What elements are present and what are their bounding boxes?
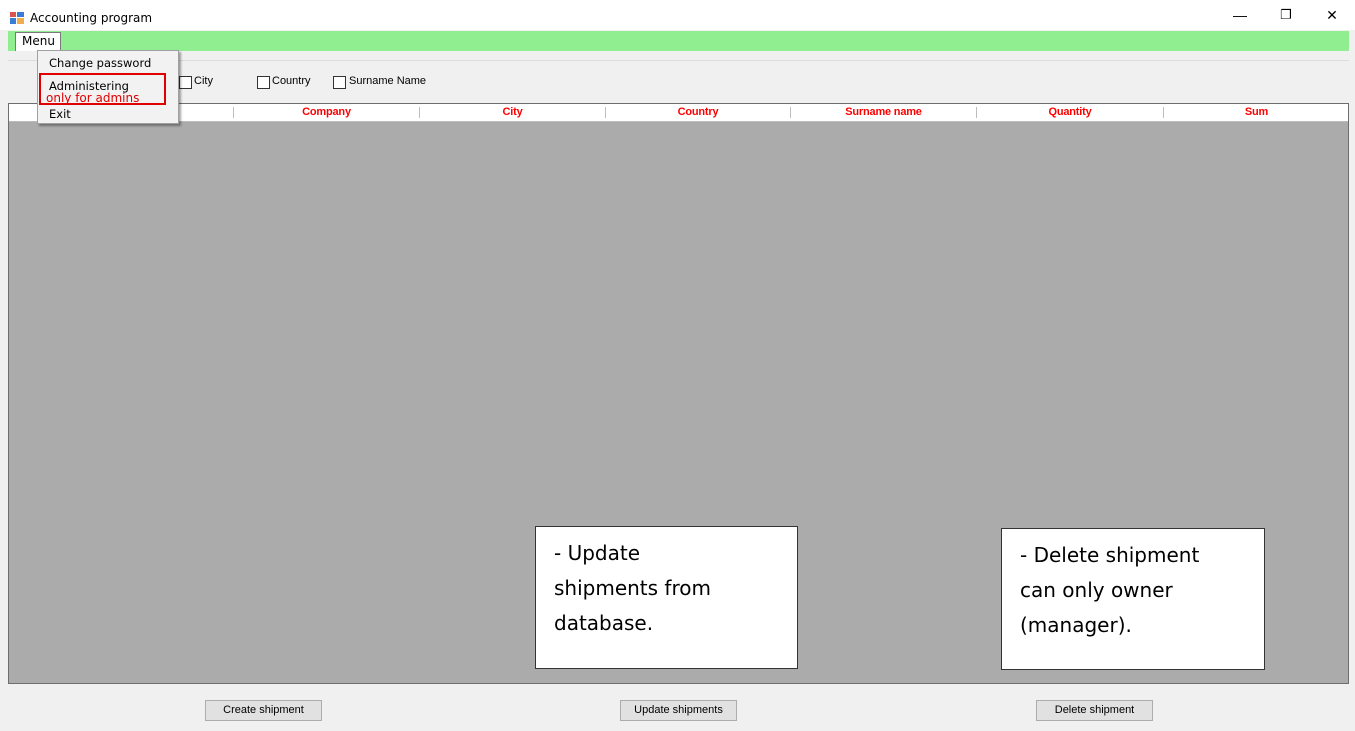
update-shipments-button[interactable]: Update shipments — [620, 700, 737, 721]
delete-note-line: (manager). — [1020, 613, 1132, 637]
restore-button[interactable]: ❐ — [1263, 0, 1309, 30]
delete-note: - Delete shipment can only owner (manage… — [1001, 528, 1265, 670]
city-checkbox[interactable] — [179, 76, 192, 89]
surname-name-checkbox[interactable] — [333, 76, 346, 89]
update-note: - Update shipments from database. — [535, 526, 798, 669]
menu-bar: Menu — [8, 31, 1349, 51]
delete-note-line: can only owner — [1020, 578, 1173, 602]
column-header-company[interactable]: Company — [234, 104, 419, 121]
surname-name-checkbox-label: Surname Name — [349, 75, 427, 87]
title-bar: Accounting program — ❐ ✕ — [0, 0, 1355, 30]
country-checkbox[interactable] — [257, 76, 270, 89]
menu-button[interactable]: Menu — [15, 32, 61, 51]
admin-only-note: only for admins — [46, 91, 140, 105]
column-header-quantity[interactable]: Quantity — [977, 104, 1163, 121]
city-checkbox-label: City — [194, 75, 213, 87]
update-note-line: database. — [554, 611, 654, 635]
close-button[interactable]: ✕ — [1309, 0, 1355, 30]
app-icon — [10, 12, 24, 24]
filter-bar: City Country Surname Name — [8, 60, 1349, 103]
menu-item-change-password[interactable]: Change password — [49, 56, 151, 70]
column-header-city[interactable]: City — [420, 104, 605, 121]
delete-note-line: - Delete shipment — [1020, 543, 1200, 567]
minimize-button[interactable]: — — [1217, 0, 1263, 30]
window-title: Accounting program — [30, 11, 153, 25]
menu-item-exit[interactable]: Exit — [49, 107, 71, 121]
menu-dropdown: Change password Administering only for a… — [37, 50, 179, 124]
column-header-surname-name[interactable]: Surname name — [791, 104, 976, 121]
delete-shipment-button[interactable]: Delete shipment — [1036, 700, 1153, 721]
column-header-sum[interactable]: Sum — [1164, 104, 1349, 121]
column-header-country[interactable]: Country — [606, 104, 790, 121]
country-checkbox-label: Country — [272, 75, 311, 87]
update-note-line: shipments from — [554, 576, 711, 600]
grid-header: Company City Country Surname name Quanti… — [9, 104, 1348, 122]
update-note-line: - Update — [554, 541, 641, 565]
create-shipment-button[interactable]: Create shipment — [205, 700, 322, 721]
